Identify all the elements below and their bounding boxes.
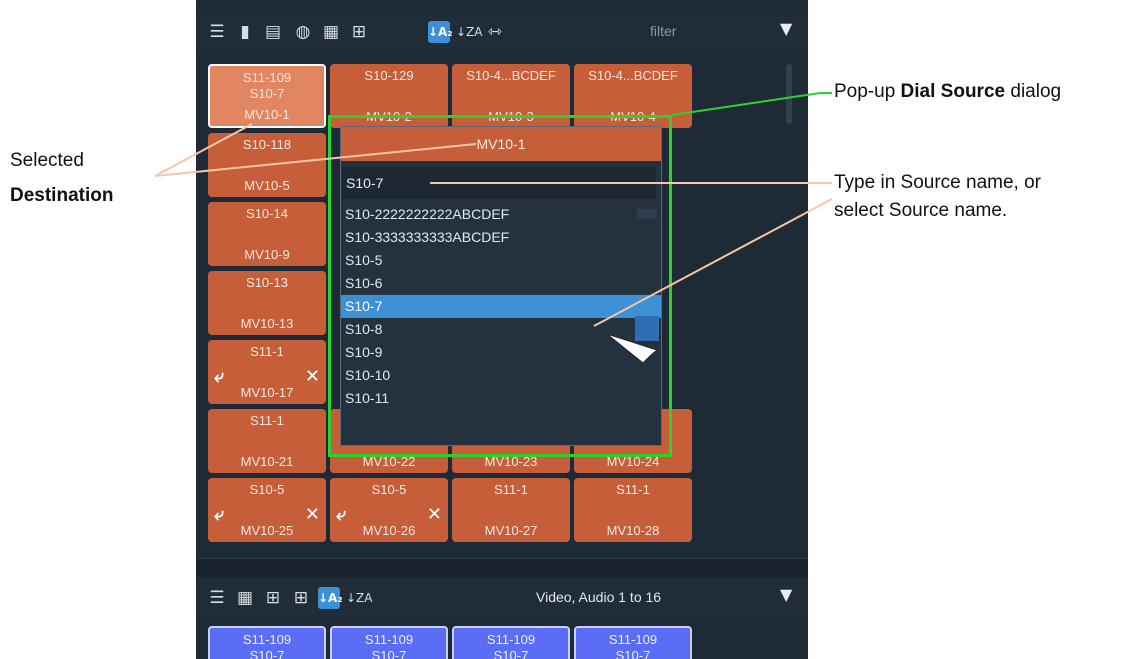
callout-type-line1: Type in Source name, or [834, 172, 1041, 193]
callout-type-line2: select Source name. [834, 200, 1008, 221]
callout-dialog: Pop-up Dial Source dialog [834, 81, 1062, 102]
callout-selected-line2: Destination [10, 185, 114, 206]
callout-selected-line1: Selected [10, 150, 84, 171]
